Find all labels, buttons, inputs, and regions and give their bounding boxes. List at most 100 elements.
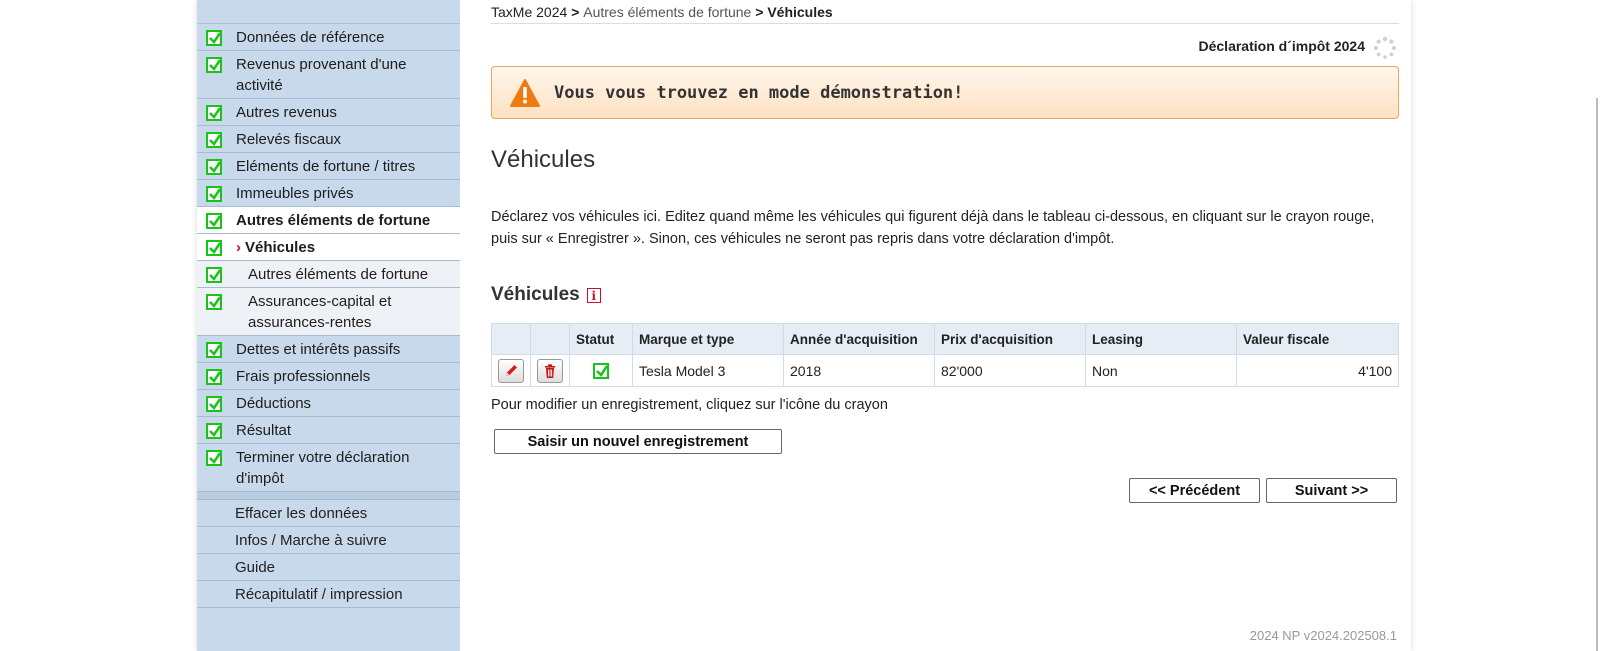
check-icon bbox=[206, 396, 222, 412]
check-icon bbox=[206, 423, 222, 439]
sidebar-item-label: Assurances-capital et assurances-rentes bbox=[248, 293, 392, 331]
cell-valeur: 4'100 bbox=[1236, 354, 1399, 387]
chevron-right-icon: › bbox=[236, 239, 241, 256]
delete-button[interactable] bbox=[537, 358, 563, 383]
sidebar-item-label: Autres éléments de fortune bbox=[248, 266, 429, 283]
cell-annee: 2018 bbox=[783, 354, 935, 387]
col-header-annee: Année d'acquisition bbox=[783, 323, 935, 355]
check-icon bbox=[206, 213, 222, 229]
demo-mode-text: Vous vous trouvez en mode démonstration! bbox=[554, 82, 964, 103]
sidebar-nav: Données de référence Revenus provenant d… bbox=[197, 0, 460, 651]
col-header-prix: Prix d'acquisition bbox=[934, 323, 1086, 355]
check-icon bbox=[206, 159, 222, 175]
sidebar-item-label: Déductions bbox=[236, 395, 312, 412]
sidebar-separator bbox=[197, 492, 460, 500]
section-title-text: Véhicules bbox=[491, 284, 580, 305]
col-header-leasing: Leasing bbox=[1085, 323, 1237, 355]
trash-icon bbox=[545, 363, 555, 378]
breadcrumb-separator: > bbox=[751, 4, 768, 20]
vehicles-table: Statut Marque et type Année d'acquisitio… bbox=[491, 323, 1399, 387]
sidebar-item-label: Résultat bbox=[236, 422, 292, 439]
table-header-row: Statut Marque et type Année d'acquisitio… bbox=[491, 323, 1399, 355]
col-header-statut: Statut bbox=[569, 323, 633, 355]
sidebar-item-deductions[interactable]: Déductions bbox=[197, 390, 460, 417]
col-header-valeur: Valeur fiscale bbox=[1236, 323, 1399, 355]
sidebar-item-frais-professionnels[interactable]: Frais professionnels bbox=[197, 363, 460, 390]
sidebar-item-dettes[interactable]: Dettes et intérêts passifs bbox=[197, 336, 460, 363]
sidebar-link-infos[interactable]: Infos / Marche à suivre bbox=[197, 527, 460, 554]
sidebar-link-recapitulatif[interactable]: Récapitulatif / impression bbox=[197, 581, 460, 608]
sidebar-top bbox=[197, 0, 460, 24]
table-row: Tesla Model 3 2018 82'000 Non 4'100 bbox=[491, 354, 1399, 387]
sidebar-item-label: Terminer votre déclaration d'impôt bbox=[236, 449, 410, 487]
sidebar-link-guide[interactable]: Guide bbox=[197, 554, 460, 581]
check-icon bbox=[206, 450, 222, 466]
previous-button[interactable]: << Précédent bbox=[1129, 478, 1260, 503]
breadcrumb-separator: > bbox=[567, 4, 584, 20]
next-button[interactable]: Suivant >> bbox=[1266, 478, 1397, 503]
intro-text: Déclarez vos véhicules ici. Editez quand… bbox=[491, 209, 1375, 247]
edit-button[interactable] bbox=[498, 358, 524, 383]
info-icon[interactable]: i bbox=[586, 287, 601, 303]
col-header-edit bbox=[491, 323, 531, 355]
pagination-buttons: << Précédent Suivant >> bbox=[1129, 478, 1397, 503]
sidebar-item-label: Autres revenus bbox=[236, 104, 337, 121]
sidebar-item-label-wrap: › Véhicules bbox=[236, 237, 327, 258]
sidebar-item-resultat[interactable]: Résultat bbox=[197, 417, 460, 444]
breadcrumb-middle[interactable]: Autres éléments de fortune bbox=[583, 4, 751, 20]
page-title: Véhicules bbox=[491, 146, 596, 173]
demo-mode-banner: Vous vous trouvez en mode démonstration! bbox=[491, 66, 1399, 119]
check-icon bbox=[206, 240, 222, 256]
sidebar-item-releves-fiscaux[interactable]: Relevés fiscaux bbox=[197, 126, 460, 153]
check-icon bbox=[206, 30, 222, 46]
edit-cell bbox=[491, 354, 531, 387]
new-record-button[interactable]: Saisir un nouvel enregistrement bbox=[494, 429, 782, 454]
check-icon bbox=[206, 105, 222, 121]
sidebar-item-autres-elements-fortune[interactable]: Autres éléments de fortune bbox=[197, 207, 460, 234]
section-title: Véhicules i bbox=[491, 284, 1399, 306]
sidebar-subitem-vehicules[interactable]: › Véhicules bbox=[197, 234, 460, 261]
warning-icon bbox=[510, 78, 540, 107]
breadcrumb: TaxMe 2024 > Autres éléments de fortune … bbox=[491, 0, 1399, 24]
breadcrumb-root[interactable]: TaxMe 2024 bbox=[491, 4, 567, 20]
main-content: TaxMe 2024 > Autres éléments de fortune … bbox=[491, 0, 1399, 454]
status-check-icon bbox=[593, 362, 609, 379]
sidebar-item-label: Dettes et intérêts passifs bbox=[236, 341, 401, 358]
sidebar-item-label: Immeubles privés bbox=[236, 185, 354, 202]
sidebar-item-label: Véhicules bbox=[245, 239, 316, 256]
sidebar-item-revenus-activite[interactable]: Revenus provenant d'une activité bbox=[197, 51, 460, 99]
check-icon bbox=[206, 132, 222, 148]
cell-prix: 82'000 bbox=[934, 354, 1086, 387]
sidebar-item-label: Relevés fiscaux bbox=[236, 131, 342, 148]
sidebar-item-donnees-reference[interactable]: Données de référence bbox=[197, 24, 460, 51]
sidebar-item-label: Autres éléments de fortune bbox=[236, 212, 431, 229]
check-icon bbox=[206, 342, 222, 358]
check-icon bbox=[206, 267, 222, 283]
status-cell bbox=[569, 354, 633, 387]
cell-marque: Tesla Model 3 bbox=[632, 354, 784, 387]
sidebar-item-label: Revenus provenant d'une activité bbox=[236, 56, 407, 94]
col-header-marque: Marque et type bbox=[632, 323, 784, 355]
col-header-delete bbox=[530, 323, 570, 355]
cell-leasing: Non bbox=[1085, 354, 1237, 387]
sidebar-item-label: Données de référence bbox=[236, 29, 385, 46]
scrollbar[interactable] bbox=[1596, 98, 1598, 651]
check-icon bbox=[206, 369, 222, 385]
breadcrumb-current: Véhicules bbox=[767, 4, 833, 20]
sidebar-item-autres-revenus[interactable]: Autres revenus bbox=[197, 99, 460, 126]
sidebar-item-terminer[interactable]: Terminer votre déclaration d'impôt bbox=[197, 444, 460, 492]
sidebar-item-immeubles-prives[interactable]: Immeubles privés bbox=[197, 180, 460, 207]
version-label: 2024 NP v2024.202508.1 bbox=[1249, 628, 1397, 643]
check-icon bbox=[206, 186, 222, 202]
sidebar-item-label: Eléments de fortune / titres bbox=[236, 158, 416, 175]
spinner-icon bbox=[1374, 36, 1396, 59]
pencil-icon bbox=[506, 364, 517, 376]
sidebar-item-label: Frais professionnels bbox=[236, 368, 371, 385]
sidebar-subitem-autres-elements[interactable]: Autres éléments de fortune bbox=[197, 261, 460, 288]
sidebar-link-effacer[interactable]: Effacer les données bbox=[197, 500, 460, 527]
declaration-header: Déclaration d´impôt 2024 bbox=[491, 36, 1399, 59]
check-icon bbox=[206, 294, 222, 310]
check-icon bbox=[206, 57, 222, 73]
sidebar-subitem-assurances[interactable]: Assurances-capital et assurances-rentes bbox=[197, 288, 460, 336]
sidebar-item-elements-fortune-titres[interactable]: Eléments de fortune / titres bbox=[197, 153, 460, 180]
